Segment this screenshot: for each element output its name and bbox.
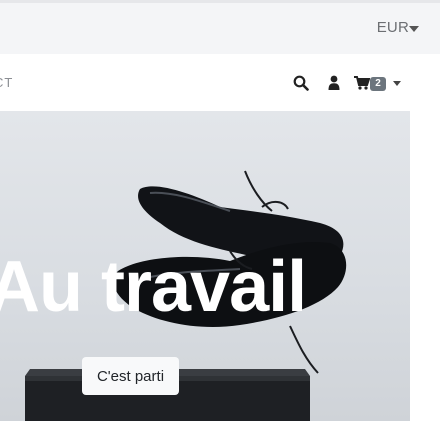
user-icon[interactable] <box>328 75 340 90</box>
hero-banner: Au travail C'est parti <box>0 111 410 421</box>
top-bar: EUR <box>0 0 440 54</box>
hero-cta-button[interactable]: C'est parti <box>82 357 179 395</box>
nav-link-contact[interactable]: CT <box>0 75 13 90</box>
hero-title: Au travail <box>0 247 307 327</box>
cart-chevron-down-icon[interactable] <box>393 81 401 86</box>
search-icon[interactable] <box>293 75 309 91</box>
chevron-down-icon[interactable] <box>409 26 419 32</box>
currency-selector[interactable]: EUR <box>377 19 409 36</box>
cart-count-badge: 2 <box>370 77 386 91</box>
cart-icon[interactable] <box>354 76 370 90</box>
